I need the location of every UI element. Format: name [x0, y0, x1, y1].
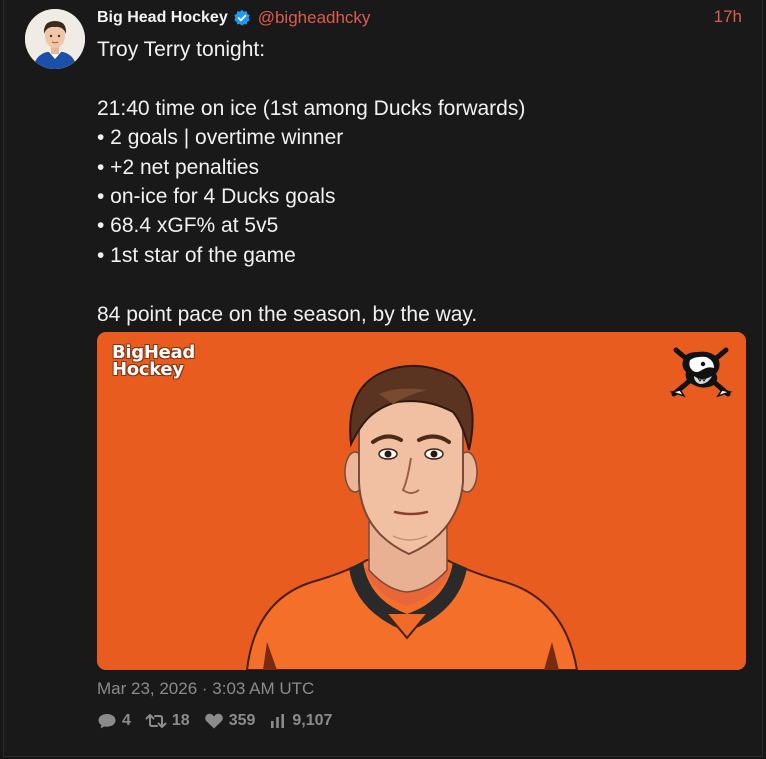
tweet-media-image[interactable]: BigHead Hockey: [97, 332, 746, 670]
retweet-count: 18: [171, 712, 190, 729]
tweet-line: • +2 net penalties: [97, 155, 260, 179]
tweet-line: 21:40 time on ice (1st among Ducks forwa…: [97, 96, 526, 120]
tweet-line: 84 point pace on the season, by the way.: [97, 302, 478, 326]
tweet-text: Troy Terry tonight: 21:40 time on ice (1…: [97, 35, 737, 329]
tweet-line: [97, 270, 737, 299]
heart-icon: [204, 713, 223, 729]
tweet-line: • on-ice for 4 Ducks goals: [97, 184, 336, 208]
retweet-button[interactable]: 18: [145, 712, 190, 730]
user-handle[interactable]: @bigheadhcky: [258, 8, 371, 28]
reply-icon: [98, 714, 116, 729]
tweet-line: [97, 64, 737, 93]
retweet-icon: [145, 714, 167, 728]
like-button[interactable]: 359: [204, 712, 256, 730]
tweet-line: • 2 goals | overtime winner: [97, 126, 344, 150]
tweet-line: Troy Terry tonight:: [97, 38, 266, 61]
tweet-line: • 1st star of the game: [97, 243, 296, 267]
avatar[interactable]: [25, 9, 85, 69]
tweet-header: Big Head Hockey @bigheadhcky 17h: [97, 6, 742, 30]
verified-badge-icon: [233, 9, 251, 27]
view-count: 9,107: [292, 712, 333, 729]
views-bar-chart-icon: [271, 714, 285, 728]
reply-button[interactable]: 4: [97, 712, 131, 730]
views-button[interactable]: 9,107: [269, 712, 332, 730]
tweet-timestamp[interactable]: Mar 23, 2026 · 3:03 AM UTC: [97, 679, 314, 699]
engagement-bar: 4 18 359 9,107: [97, 710, 332, 732]
display-name[interactable]: Big Head Hockey: [97, 9, 228, 27]
reply-count: 4: [122, 712, 131, 729]
player-illustration: [245, 364, 579, 670]
like-count: 359: [228, 712, 256, 729]
tweet-line: • 68.4 xGF% at 5v5: [97, 214, 279, 238]
tweet-time-ago[interactable]: 17h: [714, 7, 742, 27]
tweet-card: Big Head Hockey @bigheadhcky 17h Troy Te…: [3, 0, 763, 757]
